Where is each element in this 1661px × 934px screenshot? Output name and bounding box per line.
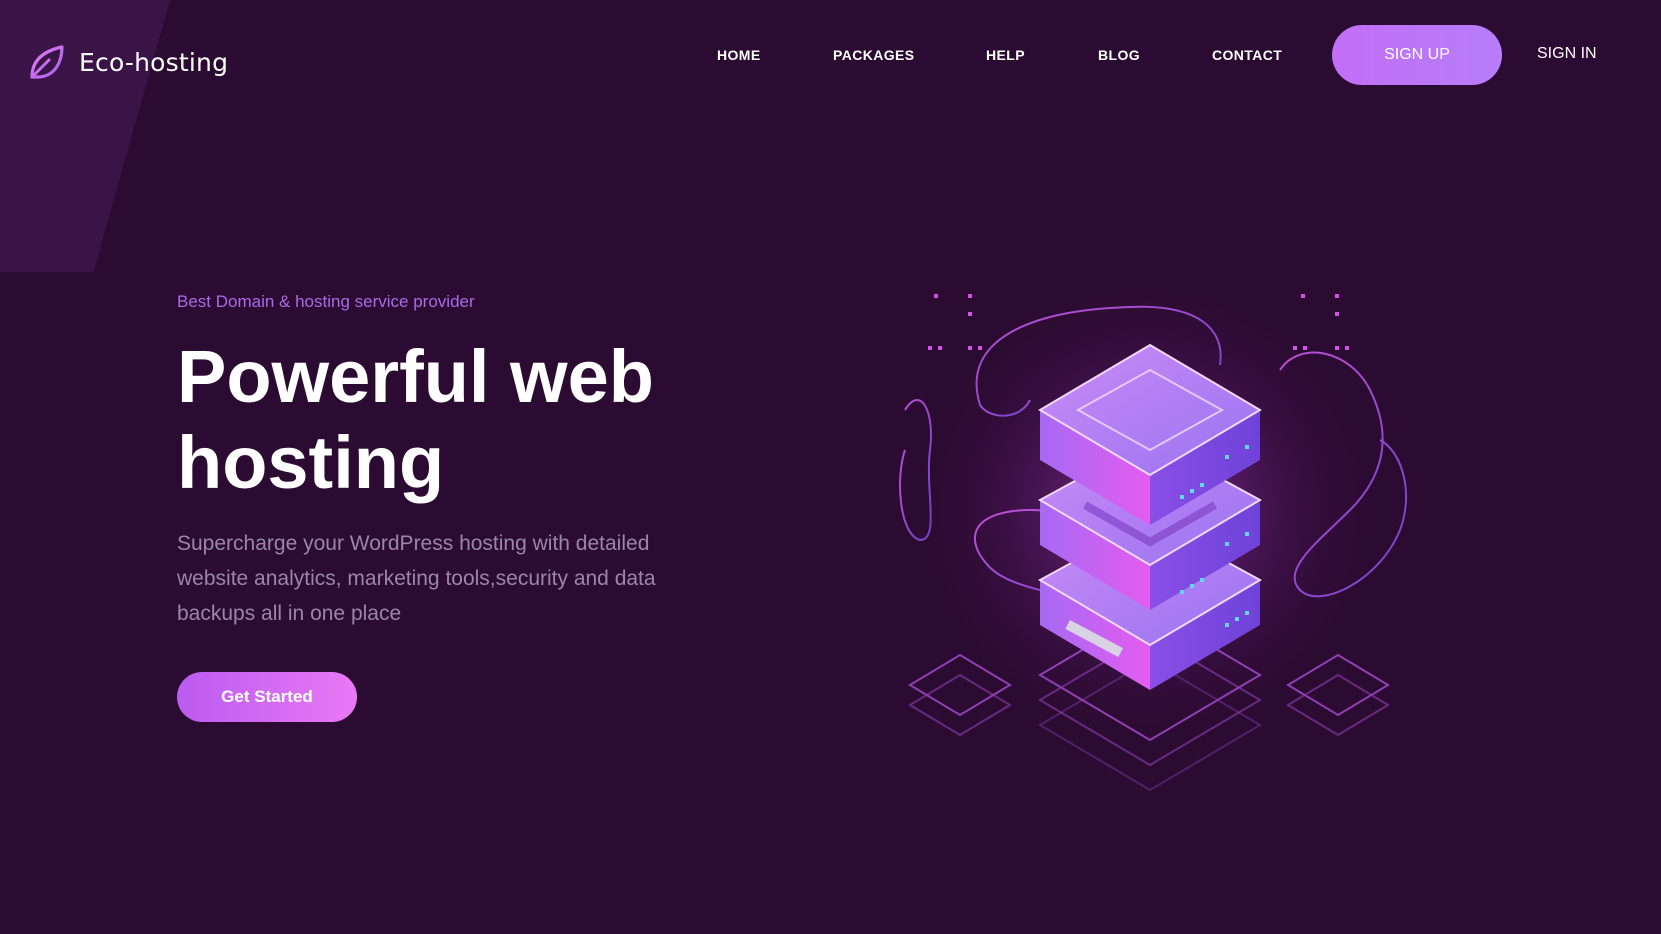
- hero-tagline: Best Domain & hosting service provider: [177, 292, 475, 311]
- hero-headline-line1: Powerful web: [177, 335, 654, 418]
- decorative-corner-shape: [0, 0, 170, 272]
- hero-headline-line2: hosting: [177, 421, 445, 504]
- hero-headline: Powerful web hosting: [177, 334, 797, 506]
- nav-packages[interactable]: PACKAGES: [833, 47, 915, 63]
- get-started-button[interactable]: Get Started: [177, 672, 357, 722]
- nav-help[interactable]: HELP: [986, 47, 1025, 63]
- server-stack-illustration: [899, 280, 1408, 792]
- signin-link[interactable]: SIGN IN: [1537, 45, 1597, 63]
- nav-blog[interactable]: BLOG: [1098, 47, 1140, 63]
- hero-description: Supercharge your WordPress hosting with …: [177, 532, 656, 625]
- nav-home[interactable]: HOME: [717, 47, 761, 63]
- nav-contact[interactable]: CONTACT: [1212, 47, 1282, 63]
- signup-button[interactable]: SIGN UP: [1332, 25, 1502, 85]
